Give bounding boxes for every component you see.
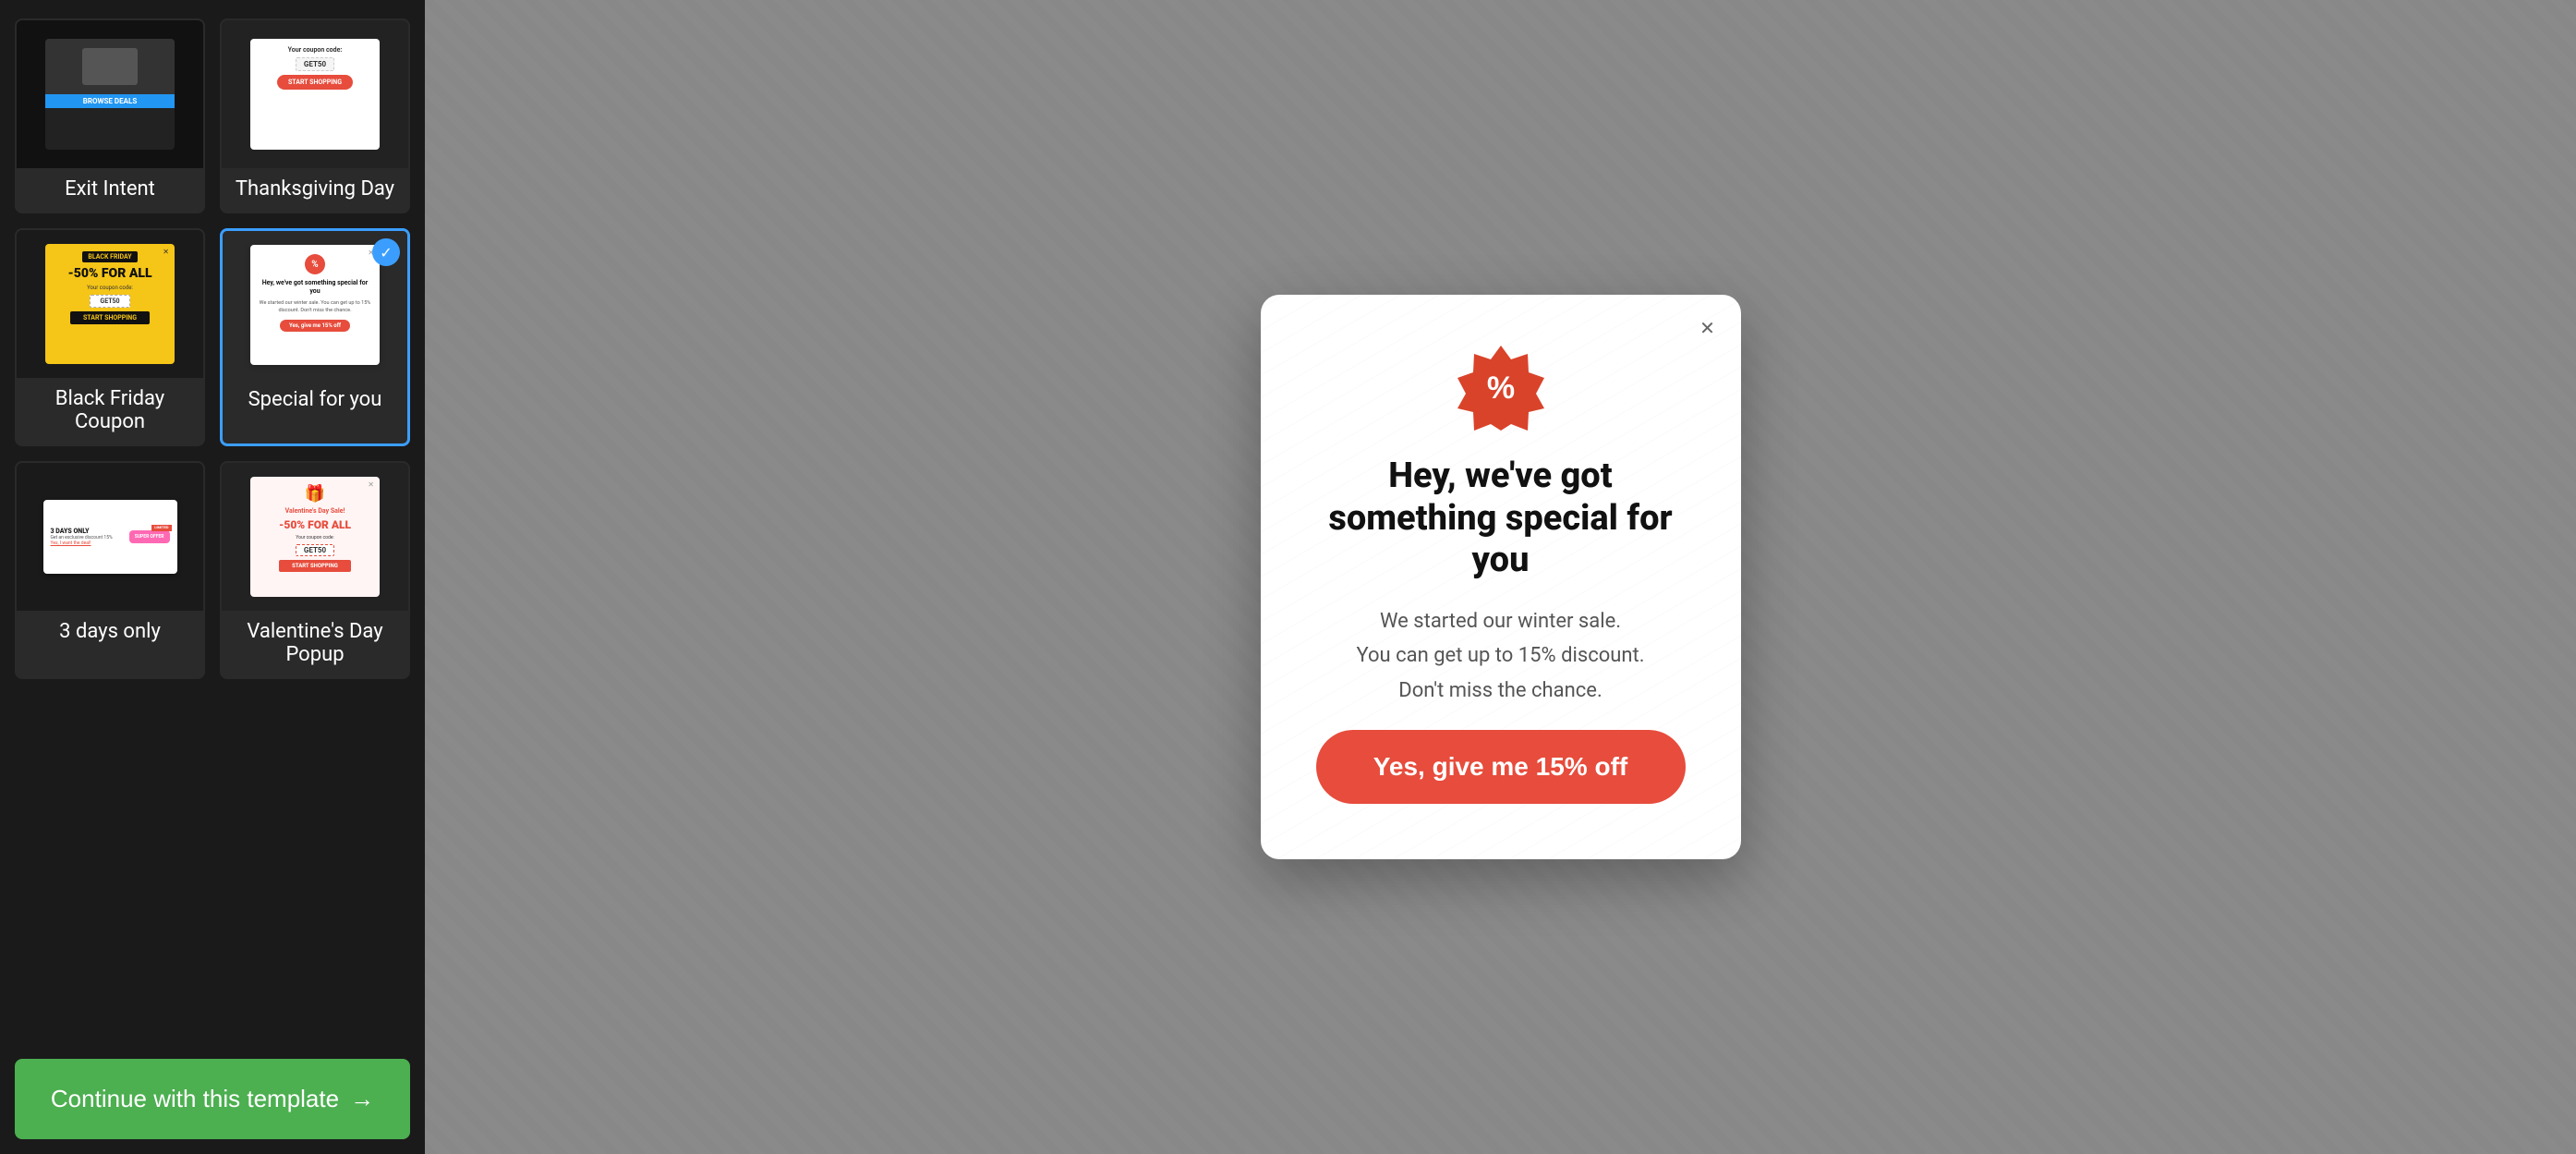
special-cta-btn: Yes, give me 15% off [280,320,350,332]
template-card-3days[interactable]: 3 DAYS ONLY Get an exclusive discount 15… [15,461,205,679]
super-offer-label: SUPER OFFER [135,534,164,540]
left-panel: BROWSE DEALS Exit Intent Your coupon cod… [0,0,425,1154]
thanksgiving-shop-btn: START SHOPPING [277,75,353,90]
exit-intent-thumb: BROWSE DEALS [17,20,203,168]
special-label: Special for you [223,379,407,422]
three-days-left: 3 DAYS ONLY Get an exclusive discount 15… [51,528,124,546]
modal-cta-label: Yes, give me 15% off [1373,752,1627,781]
modal-overlay: ✕ % Hey, we've got something special for… [1261,295,1741,859]
selected-checkmark: ✓ [372,238,400,266]
bf-shop-btn: START SHOPPING [70,311,150,324]
valentine-label: Valentine's Day Popup [222,611,408,677]
limited-tag: LIMITED [151,525,171,531]
modal-title: Hey, we've got something special for you [1316,456,1686,582]
bf-badge: BLACK FRIDAY [82,251,137,262]
val-title: Valentine's Day Sale! [285,507,345,515]
exit-intent-inner: BROWSE DEALS [45,39,175,150]
template-card-valentine[interactable]: ✕ 🎁 Valentine's Day Sale! -50% FOR ALL Y… [220,461,410,679]
continue-button[interactable]: Continue with this template → [15,1059,410,1139]
modal-cta-button[interactable]: Yes, give me 15% off [1316,730,1686,804]
svg-text:%: % [1486,370,1514,406]
modal-close-icon: ✕ [1699,317,1715,340]
special-title: Hey, we've got something special for you [258,279,372,296]
template-card-exit-intent[interactable]: BROWSE DEALS Exit Intent [15,18,205,213]
template-card-special[interactable]: ✓ ✕ % Hey, we've got something special f… [220,228,410,446]
thanksgiving-title: Your coupon code: [288,46,343,54]
val-discount: -50% FOR ALL [279,518,351,531]
bf-discount: -50% FOR ALL [67,266,151,281]
three-days-thumb: 3 DAYS ONLY Get an exclusive discount 15… [17,463,203,611]
thanksgiving-coupon-code: GET50 [296,57,334,71]
modal-close-button[interactable]: ✕ [1693,313,1723,343]
discount-badge-icon: % [1455,341,1547,433]
super-offer-badge: SUPER OFFER LIMITED [129,530,170,543]
bf-close-icon: ✕ [163,248,169,256]
modal-body: We started our winter sale. You can get … [1356,604,1644,708]
valentine-inner: ✕ 🎁 Valentine's Day Sale! -50% FOR ALL Y… [250,477,380,597]
exit-btn-strip: BROWSE DEALS [45,94,175,108]
val-shop-btn: START SHOPPING [279,560,351,572]
right-panel: ✕ % Hey, we've got something special for… [425,0,2576,1154]
three-days-label: 3 DAYS ONLY [51,528,124,535]
continue-arrow-icon: → [350,1085,374,1113]
bf-coupon-label: Your coupon code: [87,285,133,291]
val-coupon-code: GET50 [296,544,334,556]
templates-grid: BROWSE DEALS Exit Intent Your coupon cod… [0,0,425,1044]
bf-coupon-code: GET50 [90,295,129,308]
modal-box: ✕ % Hey, we've got something special for… [1261,295,1741,859]
val-gift-icon: 🎁 [305,484,325,504]
thanksgiving-label: Thanksgiving Day [222,168,408,212]
template-card-thanksgiving[interactable]: Your coupon code: GET50 START SHOPPING T… [220,18,410,213]
exit-intent-label: Exit Intent [17,168,203,212]
special-percent-icon: % [305,254,325,274]
black-friday-thumb: ✕ BLACK FRIDAY -50% FOR ALL Your coupon … [17,230,203,378]
bottom-cta-bar: Continue with this template → [0,1044,425,1154]
three-days-link: Yes, I want the deal! [51,541,124,546]
black-friday-inner: ✕ BLACK FRIDAY -50% FOR ALL Your coupon … [45,244,175,364]
black-friday-label: Black Friday Coupon [17,378,203,444]
3days-label: 3 days only [17,611,203,654]
thanksgiving-thumb: Your coupon code: GET50 START SHOPPING [222,20,408,168]
continue-button-label: Continue with this template [51,1085,339,1113]
exit-img-placeholder [45,39,175,94]
template-card-black-friday[interactable]: ✕ BLACK FRIDAY -50% FOR ALL Your coupon … [15,228,205,446]
val-close-icon: ✕ [368,480,374,489]
special-inner: ✕ % Hey, we've got something special for… [250,245,380,365]
thanksgiving-inner: Your coupon code: GET50 START SHOPPING [250,39,380,150]
three-days-inner: 3 DAYS ONLY Get an exclusive discount 15… [43,500,177,574]
valentine-thumb: ✕ 🎁 Valentine's Day Sale! -50% FOR ALL Y… [222,463,408,611]
special-body: We started our winter sale. You can get … [258,300,372,314]
val-coupon-label: Your coupon code: [296,535,333,541]
